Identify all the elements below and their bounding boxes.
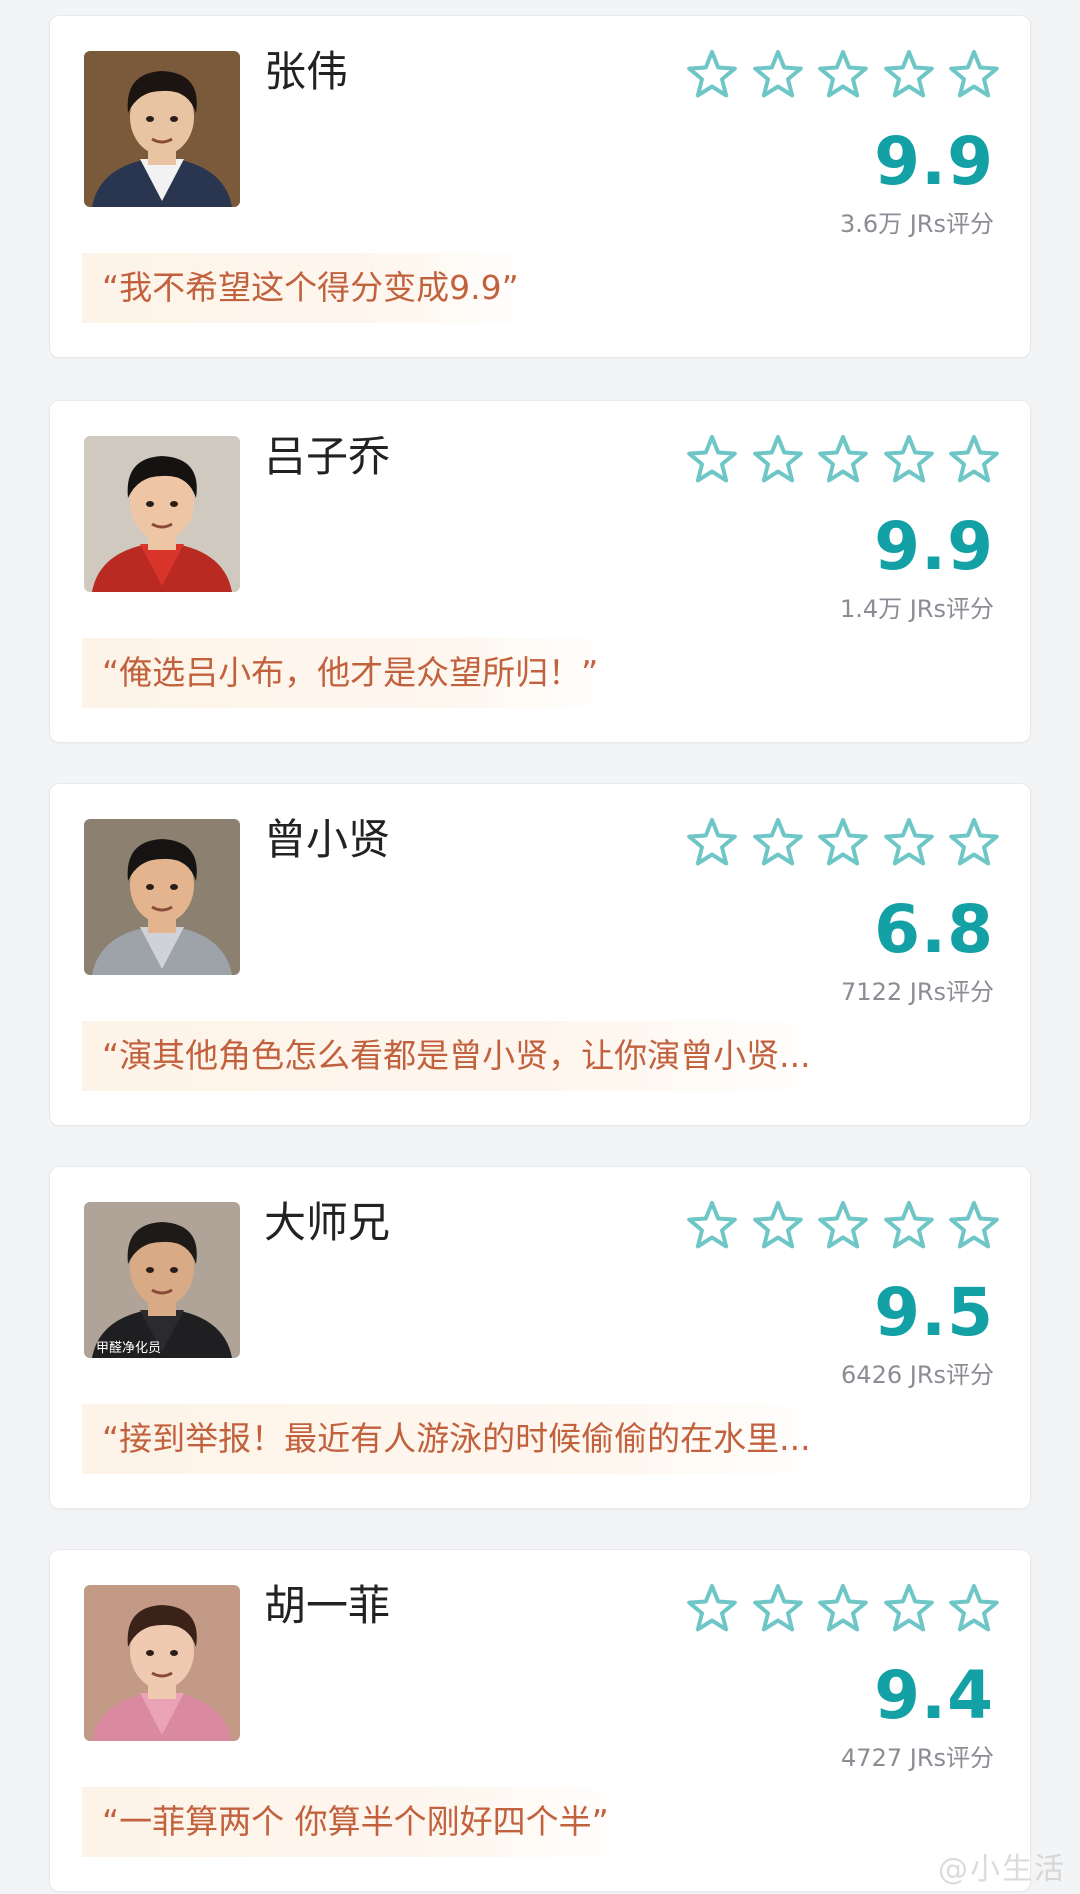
star-outline-icon[interactable] xyxy=(946,431,1002,487)
star-outline-icon[interactable] xyxy=(684,1580,740,1636)
rating-card[interactable]: 胡一菲 9.4 4727 JRs评分 “一菲算两个 你算半个刚好四个半” xyxy=(49,1549,1031,1892)
rating-score: 6.8 xyxy=(874,891,994,968)
star-outline-icon[interactable] xyxy=(750,814,806,870)
quote-text[interactable]: “演其他角色怎么看都是曾小贤，让你演曾小贤... xyxy=(82,1021,829,1091)
star-outline-icon[interactable] xyxy=(684,1197,740,1253)
rating-score: 9.9 xyxy=(874,123,994,200)
avatar[interactable] xyxy=(84,436,240,592)
star-rating[interactable] xyxy=(684,431,1002,491)
star-outline-icon[interactable] xyxy=(750,46,806,102)
star-outline-icon[interactable] xyxy=(815,1580,871,1636)
character-name: 大师兄 xyxy=(264,1198,391,1247)
person-photo-icon xyxy=(84,1585,240,1741)
star-outline-icon[interactable] xyxy=(881,814,937,870)
star-outline-icon[interactable] xyxy=(815,814,871,870)
rating-score: 9.5 xyxy=(874,1274,994,1351)
star-outline-icon[interactable] xyxy=(684,431,740,487)
person-photo-icon: 甲醛净化员 xyxy=(84,1202,240,1358)
star-outline-icon[interactable] xyxy=(881,46,937,102)
star-outline-icon[interactable] xyxy=(881,1197,937,1253)
star-outline-icon[interactable] xyxy=(750,1580,806,1636)
avatar[interactable] xyxy=(84,819,240,975)
star-outline-icon[interactable] xyxy=(815,1197,871,1253)
star-rating[interactable] xyxy=(684,46,1002,106)
character-name: 曾小贤 xyxy=(264,815,391,864)
character-name: 吕子乔 xyxy=(264,432,391,481)
star-outline-icon[interactable] xyxy=(946,814,1002,870)
quote-text[interactable]: “一菲算两个 你算半个刚好四个半” xyxy=(82,1787,627,1857)
rating-score: 9.4 xyxy=(874,1657,994,1734)
avatar[interactable]: 甲醛净化员 xyxy=(84,1202,240,1358)
person-photo-icon xyxy=(84,436,240,592)
rating-card[interactable]: 甲醛净化员 大师兄 9.5 6426 JRs评分 “接到举报！最近有人游泳的时候… xyxy=(49,1166,1031,1509)
rating-list: 张伟 9.9 3.6万 JRs评分 “我不希望这个得分变成9.9” 吕子乔 9.… xyxy=(0,0,1080,1894)
rating-card[interactable]: 吕子乔 9.9 1.4万 JRs评分 “俺选吕小布，他才是众望所归！” xyxy=(49,400,1031,743)
star-outline-icon[interactable] xyxy=(881,1580,937,1636)
rating-card[interactable]: 曾小贤 6.8 7122 JRs评分 “演其他角色怎么看都是曾小贤，让你演曾小贤… xyxy=(49,783,1031,1126)
avatar[interactable] xyxy=(84,51,240,207)
rating-count: 4727 JRs评分 xyxy=(841,1744,994,1772)
avatar[interactable] xyxy=(84,1585,240,1741)
star-outline-icon[interactable] xyxy=(881,431,937,487)
avatar-caption: 甲醛净化员 xyxy=(96,1340,161,1356)
quote-text[interactable]: “俺选吕小布，他才是众望所归！” xyxy=(82,638,617,708)
star-rating[interactable] xyxy=(684,1580,1002,1640)
star-outline-icon[interactable] xyxy=(750,1197,806,1253)
quote-text[interactable]: “接到举报！最近有人游泳的时候偷偷的在水里... xyxy=(82,1404,829,1474)
star-rating[interactable] xyxy=(684,814,1002,874)
rating-card[interactable]: 张伟 9.9 3.6万 JRs评分 “我不希望这个得分变成9.9” xyxy=(49,15,1031,358)
rating-count: 1.4万 JRs评分 xyxy=(839,595,994,623)
character-name: 胡一菲 xyxy=(264,1581,391,1630)
star-outline-icon[interactable] xyxy=(750,431,806,487)
star-outline-icon[interactable] xyxy=(684,46,740,102)
quote-text[interactable]: “我不希望这个得分变成9.9” xyxy=(82,253,537,323)
rating-count: 3.6万 JRs评分 xyxy=(839,210,994,238)
star-outline-icon[interactable] xyxy=(946,1197,1002,1253)
star-rating[interactable] xyxy=(684,1197,1002,1257)
star-outline-icon[interactable] xyxy=(946,1580,1002,1636)
star-outline-icon[interactable] xyxy=(815,46,871,102)
character-name: 张伟 xyxy=(264,47,349,96)
watermark: @小生活 xyxy=(938,1852,1066,1887)
star-outline-icon[interactable] xyxy=(815,431,871,487)
rating-score: 9.9 xyxy=(874,508,994,585)
rating-count: 6426 JRs评分 xyxy=(841,1361,994,1389)
rating-count: 7122 JRs评分 xyxy=(841,978,994,1006)
star-outline-icon[interactable] xyxy=(946,46,1002,102)
star-outline-icon[interactable] xyxy=(684,814,740,870)
person-photo-icon xyxy=(84,51,240,207)
person-photo-icon xyxy=(84,819,240,975)
